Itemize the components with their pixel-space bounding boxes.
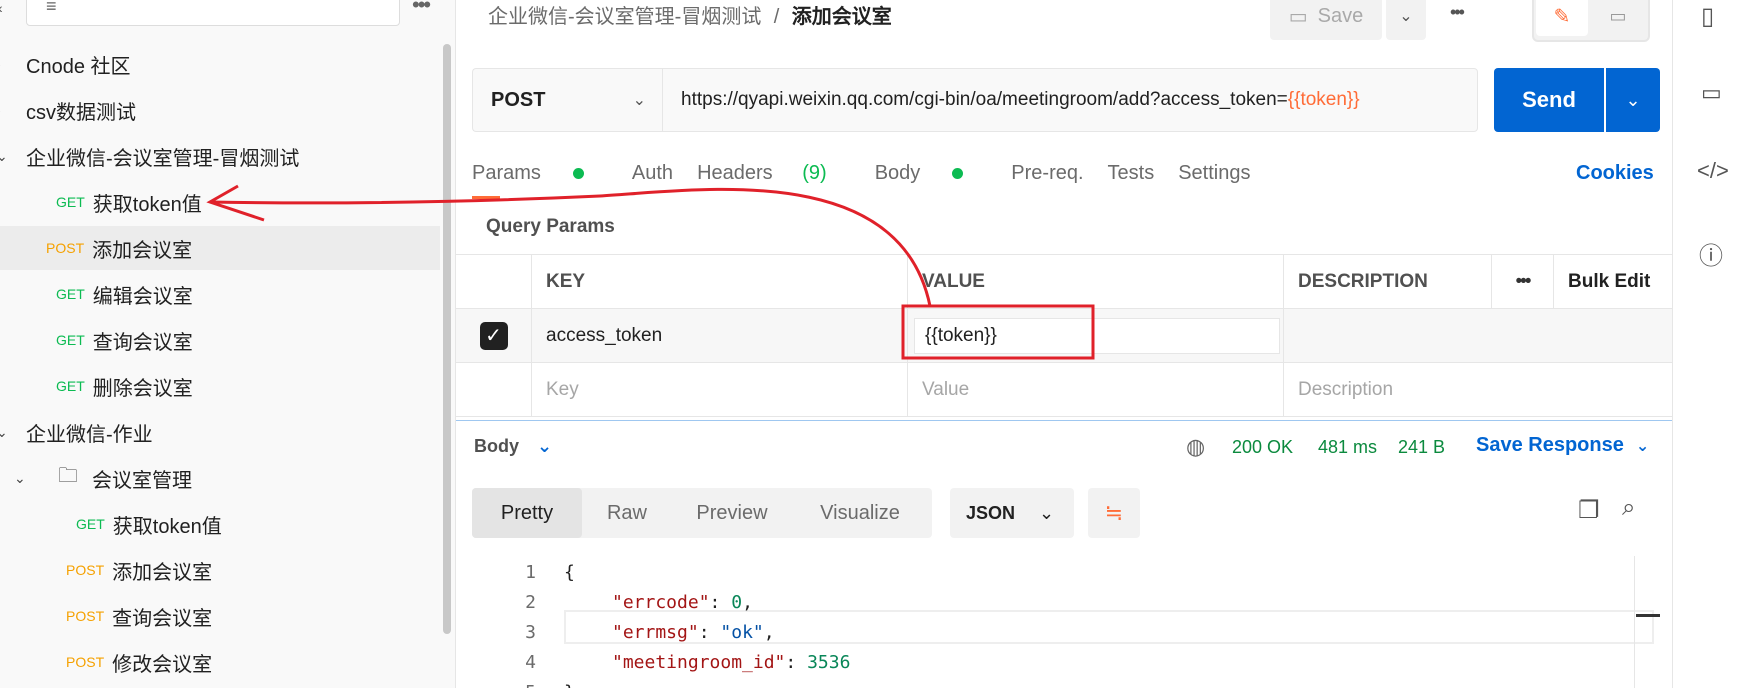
annotation-arrow bbox=[209, 187, 932, 307]
annotation-overlay bbox=[206, 184, 1095, 360]
annotation-highlight-box bbox=[901, 304, 1095, 360]
